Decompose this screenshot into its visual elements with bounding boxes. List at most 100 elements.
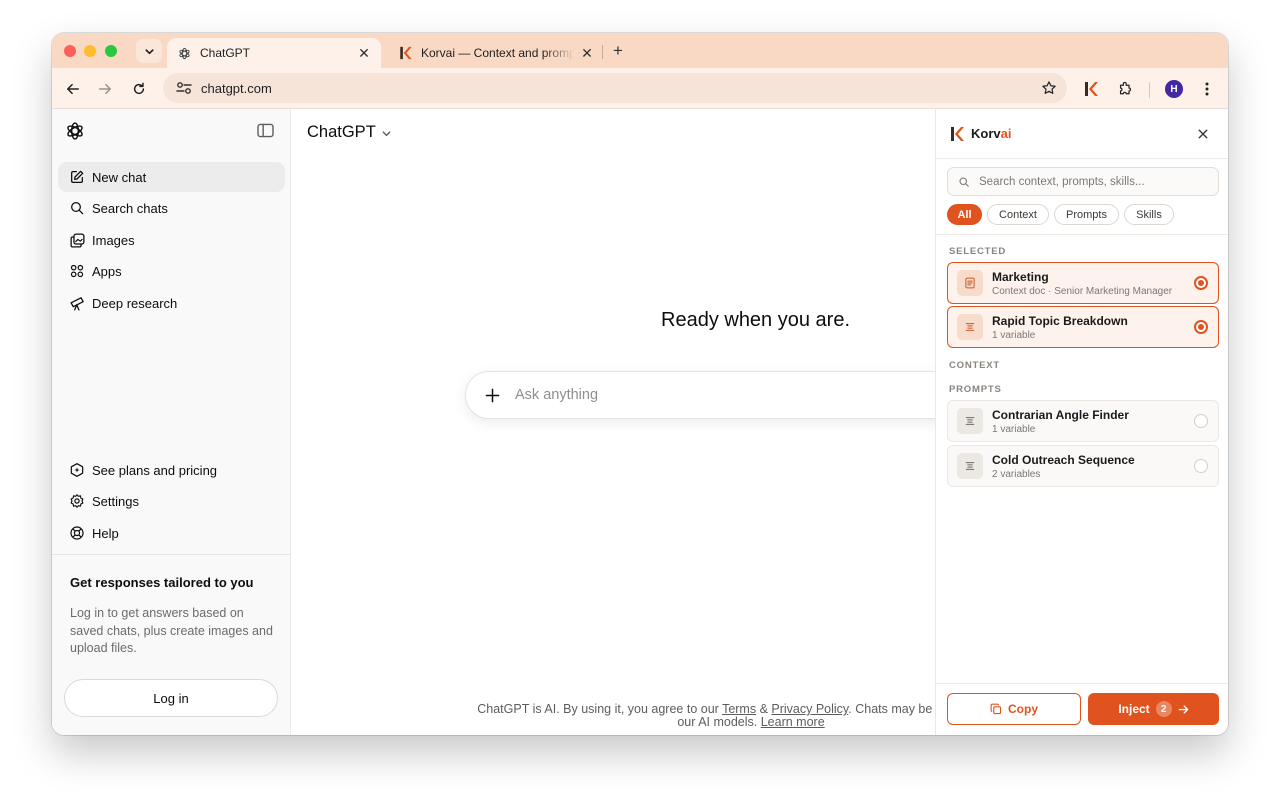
tab-korvai[interactable]: Korvai — Context and prompts ✕ (388, 38, 604, 68)
selection-radio[interactable] (1194, 320, 1208, 334)
korvai-logo-icon (951, 127, 964, 141)
document-icon (957, 270, 983, 296)
sidebar-item-label: Search chats (92, 200, 168, 216)
card-title: Contrarian Angle Finder (992, 407, 1129, 422)
login-button[interactable]: Log in (64, 679, 278, 717)
inject-label: Inject (1118, 702, 1150, 716)
prompt-item-card[interactable]: Contrarian Angle Finder 1 variable (947, 400, 1219, 442)
sidebar-item-label: Images (92, 232, 135, 248)
selection-radio[interactable] (1194, 276, 1208, 290)
card-subtitle: 1 variable (992, 423, 1036, 435)
filter-chip-prompts[interactable]: Prompts (1054, 204, 1119, 225)
search-placeholder: Search context, prompts, skills... (979, 175, 1145, 188)
copy-button[interactable]: Copy (947, 693, 1081, 725)
maximize-window-button[interactable] (105, 45, 117, 57)
korvai-footer: Copy Inject 2 (936, 683, 1228, 735)
address-bar[interactable]: chatgpt.com (163, 73, 1067, 103)
card-subtitle: 1 variable (992, 329, 1036, 341)
composer[interactable]: Ask anything (465, 371, 935, 419)
close-tab-icon[interactable]: ✕ (357, 45, 371, 61)
selected-item-card[interactable]: Rapid Topic Breakdown 1 variable (947, 306, 1219, 348)
extensions-puzzle-icon[interactable] (1114, 78, 1136, 100)
chevron-down-icon (382, 131, 391, 137)
tab-title: ChatGPT (200, 46, 251, 60)
close-panel-icon[interactable] (1195, 126, 1211, 142)
prompt-item-card[interactable]: Cold Outreach Sequence 2 variables (947, 445, 1219, 487)
hero-heading: Ready when you are. (661, 309, 851, 331)
minimize-window-button[interactable] (84, 45, 96, 57)
forward-button[interactable] (93, 77, 117, 101)
tab-title: Korvai — Context and prompts (421, 46, 574, 60)
card-subtitle: Context doc · Senior Marketing Manager (992, 285, 1173, 297)
sidebar-toggle-icon[interactable] (257, 123, 275, 141)
korvai-search-input[interactable]: Search context, prompts, skills... (947, 167, 1219, 196)
sidebar-divider (52, 554, 291, 555)
footer-amp: & (756, 702, 772, 716)
prompt-lines-icon (957, 453, 983, 479)
selection-radio[interactable] (1194, 414, 1208, 428)
tab-separator (602, 45, 603, 59)
tab-search-button[interactable] (136, 39, 162, 63)
browser-menu-icon[interactable] (1196, 78, 1218, 100)
chatgpt-sidebar: New chat Search chats Images Apps Deep r… (52, 109, 291, 735)
new-tab-button[interactable]: + (608, 41, 628, 61)
legal-footer: ChatGPT is AI. By using it, you agree to… (471, 703, 935, 729)
privacy-link[interactable]: Privacy Policy (771, 702, 848, 716)
sidebar-item-new-chat[interactable]: New chat (58, 162, 285, 192)
sidebar-item-apps[interactable]: Apps (58, 256, 285, 286)
telescope-icon (68, 294, 86, 312)
footer-prefix: ChatGPT is AI. By using it, you agree to… (477, 702, 723, 716)
copy-label: Copy (1008, 702, 1038, 716)
filter-chip-context[interactable]: Context (987, 204, 1049, 225)
profile-avatar[interactable]: H (1165, 80, 1183, 98)
korvai-panel: Korvai Search context, prompts, skills..… (935, 109, 1228, 735)
bookmark-star-icon[interactable] (1041, 80, 1057, 101)
korvai-header: Korvai (936, 109, 1228, 159)
close-tab-icon[interactable]: ✕ (580, 45, 594, 61)
section-label-selected: SELECTED (949, 246, 1007, 257)
korvai-extension-icon[interactable] (1080, 78, 1102, 100)
panel-separator (936, 234, 1228, 235)
card-subtitle: 2 variables (992, 468, 1041, 480)
close-window-button[interactable] (64, 45, 76, 57)
inject-count-badge: 2 (1155, 701, 1172, 717)
search-icon (957, 175, 971, 189)
reload-button[interactable] (127, 77, 151, 101)
model-picker[interactable]: ChatGPT (307, 123, 392, 142)
terms-link[interactable]: Terms (722, 702, 756, 716)
composer-input[interactable]: Ask anything (515, 387, 598, 403)
reload-icon (133, 82, 145, 95)
sidebar-item-images[interactable]: Images (58, 225, 285, 255)
sidebar-item-label: See plans and pricing (92, 462, 218, 478)
filter-chip-all[interactable]: All (947, 204, 982, 225)
filter-chip-skills[interactable]: Skills (1124, 204, 1174, 225)
openai-logo-icon[interactable] (65, 121, 87, 143)
inject-button[interactable]: Inject 2 (1088, 693, 1219, 725)
plus-icon[interactable] (483, 386, 501, 404)
chat-main: ChatGPT Ready when you are. Ask anything… (291, 109, 935, 735)
back-button[interactable] (61, 77, 85, 101)
openai-logo-icon (177, 46, 191, 60)
selection-radio[interactable] (1194, 459, 1208, 473)
korvai-brand: Korvai (971, 126, 1011, 141)
card-title: Cold Outreach Sequence (992, 452, 1135, 467)
sidebar-item-label: New chat (92, 169, 147, 185)
promo-text: Log in to get answers based on saved cha… (70, 606, 273, 655)
sidebar-item-help[interactable]: Help (58, 518, 285, 548)
sidebar-item-label: Settings (92, 493, 139, 509)
sidebar-item-plans[interactable]: See plans and pricing (58, 455, 285, 485)
sidebar-item-label: Deep research (92, 295, 178, 311)
brand-accent: ai (1000, 126, 1012, 141)
sidebar-item-search-chats[interactable]: Search chats (58, 193, 285, 223)
site-settings-icon[interactable] (167, 73, 201, 103)
section-label-context: CONTEXT (949, 360, 1000, 371)
promo-title: Get responses tailored to you (70, 575, 254, 590)
sidebar-item-deep-research[interactable]: Deep research (58, 288, 285, 318)
selected-item-card[interactable]: Marketing Context doc · Senior Marketing… (947, 262, 1219, 304)
tab-chatgpt[interactable]: ChatGPT ✕ (167, 38, 381, 68)
browser-window: ChatGPT ✕ Korvai — Context and prompts ✕… (52, 33, 1228, 735)
sidebar-item-settings[interactable]: Settings (58, 486, 285, 516)
learn-more-link[interactable]: Learn more (761, 715, 825, 729)
pencil-square-icon (68, 168, 86, 186)
page-content: New chat Search chats Images Apps Deep r… (52, 109, 1228, 735)
